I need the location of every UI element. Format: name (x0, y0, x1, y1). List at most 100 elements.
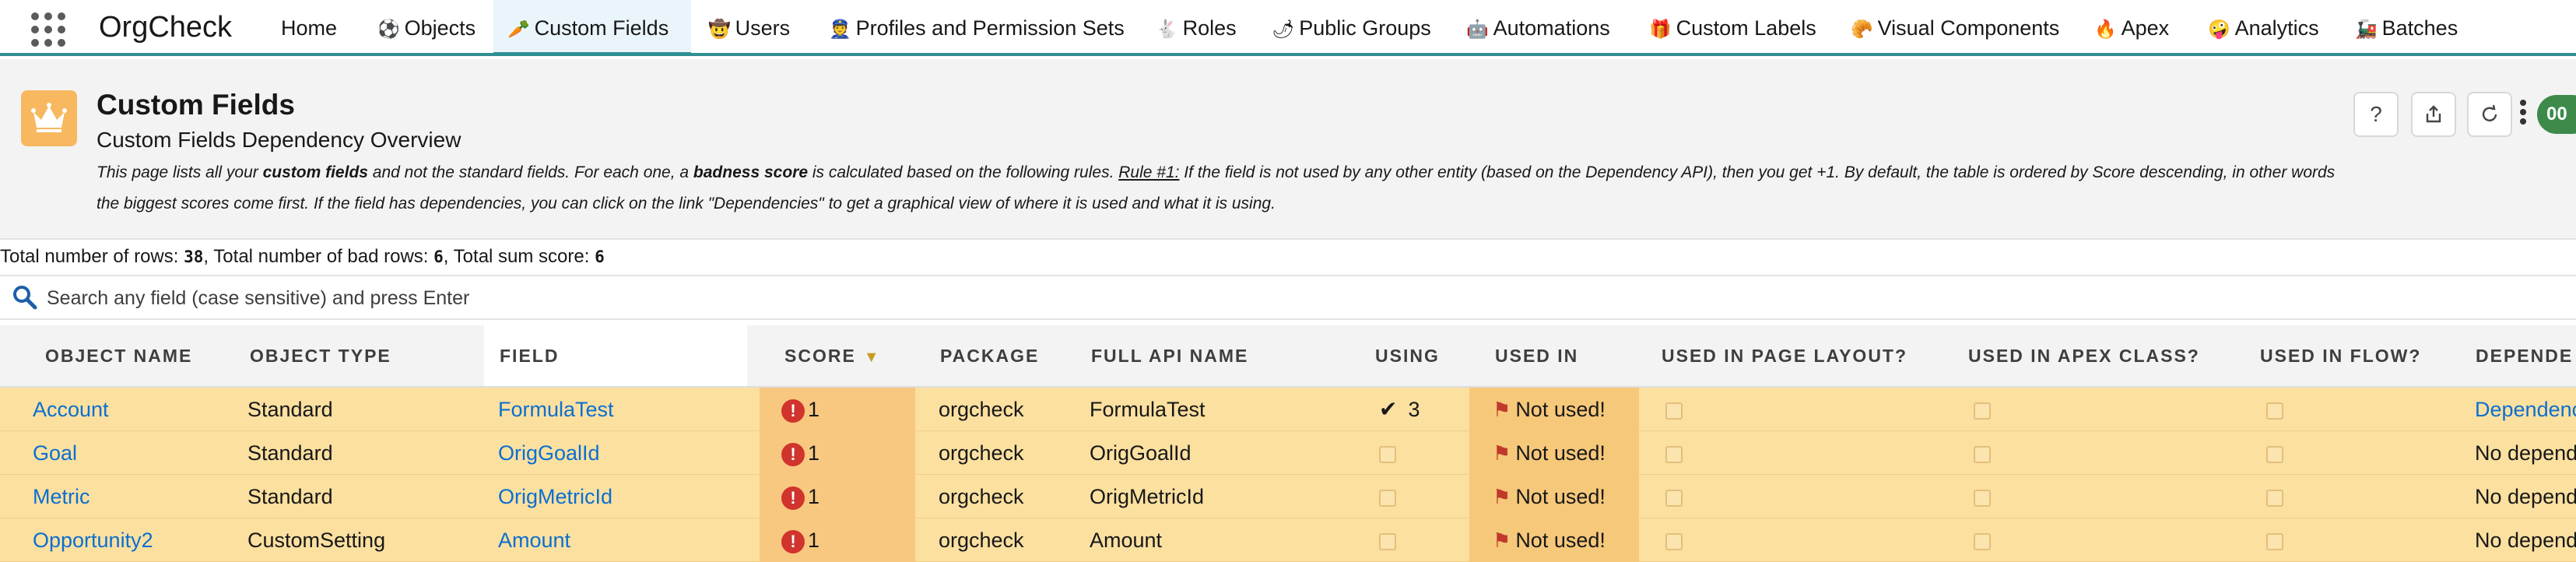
page-subtitle: Custom Fields Dependency Overview (97, 128, 462, 152)
field-link[interactable]: OrigGoalId (498, 431, 600, 475)
nav-item-analytics[interactable]: 🤪 Analytics (2194, 0, 2333, 53)
object-name-link[interactable]: Goal (33, 431, 77, 475)
used-in-flow-cell (2266, 518, 2283, 562)
chili-pepper-icon: 🌶 (1272, 19, 1295, 39)
checkbox (1974, 402, 1991, 420)
score-cell: ! 1 (760, 431, 915, 475)
croissant-icon: 🥐 (1851, 19, 1873, 39)
field-link[interactable]: Amount (498, 518, 570, 562)
nav-item-label: Roles (1182, 16, 1237, 40)
using-cell (1379, 518, 1396, 562)
exclamation-icon: ! (781, 399, 805, 423)
object-name-link[interactable]: Opportunity2 (33, 518, 153, 562)
used-in-flow-cell (2266, 475, 2283, 518)
red-flag-icon: ⚑ (1493, 441, 1511, 465)
search-input[interactable] (45, 283, 2539, 314)
used-in-flow-cell (2266, 388, 2283, 431)
nav-item-custom-labels[interactable]: 🎁 Custom Labels (1635, 0, 1830, 53)
column-header-object-name[interactable]: OBJECT NAME (45, 325, 192, 386)
nav-item-batches[interactable]: 🚂 Batches (2341, 0, 2472, 53)
more-options-icon[interactable] (2518, 97, 2528, 132)
red-flag-icon: ⚑ (1493, 485, 1511, 508)
fire-icon: 🔥 (2094, 19, 2117, 39)
page-title: Custom Fields (97, 89, 295, 121)
column-header-field[interactable]: FIELD (484, 325, 747, 386)
export-button[interactable] (2411, 92, 2456, 137)
score-cell: ! 1 (760, 475, 915, 518)
help-button[interactable]: ? (2353, 92, 2399, 137)
page-header: Custom Fields Custom Fields Dependency O… (0, 59, 2576, 240)
used-in-apex-class-cell (1974, 518, 1991, 562)
using-cell (1379, 475, 1396, 518)
top-navigation-bar: OrgCheck Home ⚽ Objects 🥕 Custom Fields 🤠 U… (0, 0, 2576, 56)
nav-item-label: Users (735, 16, 791, 40)
question-mark-icon: ? (2370, 102, 2382, 126)
column-header-used-in-flow[interactable]: USED IN FLOW? (2260, 325, 2421, 386)
api-name-cell: OrigMetricId (1090, 485, 1205, 508)
nav-item-label: Profiles and Permission Sets (855, 16, 1125, 40)
column-header-full-api-name[interactable]: FULL API NAME (1091, 325, 1248, 386)
nav-item-label: Visual Components (1877, 16, 2060, 40)
dependencies-cell: No depend (2475, 441, 2576, 465)
nav-item-profiles-and-permission-sets[interactable]: 👮 Profiles and Permission Sets (815, 0, 1139, 53)
nav-item-roles[interactable]: 🐇 Roles (1142, 0, 1251, 53)
nav-item-public-groups[interactable]: 🌶 Public Groups (1258, 0, 1445, 53)
table-header: OBJECT NAME OBJECT TYPE FIELD SCORE ▼ PAC… (0, 325, 2576, 388)
column-header-object-type[interactable]: OBJECT TYPE (250, 325, 391, 386)
search-icon (13, 286, 37, 310)
locomotive-icon: 🚂 (2355, 19, 2378, 39)
nav-item-label: Apex (2121, 16, 2170, 40)
field-link[interactable]: OrigMetricId (498, 475, 612, 518)
column-header-using[interactable]: USING (1375, 325, 1440, 386)
package-cell: orgcheck (939, 529, 1024, 552)
exclamation-icon: ! (781, 442, 805, 466)
nav-item-custom-fields[interactable]: 🥕 Custom Fields (493, 0, 691, 56)
nav-item-apex[interactable]: 🔥 Apex (2080, 0, 2183, 53)
using-cell (1379, 431, 1396, 475)
checkmark-icon: ✔ (1379, 397, 1398, 421)
column-header-score[interactable]: SCORE ▼ (784, 325, 881, 386)
refresh-button[interactable] (2467, 92, 2512, 137)
column-header-dependencies[interactable]: DEPENDE (2476, 325, 2573, 386)
table-stats: Total number of rows: 38, Total number o… (0, 246, 605, 267)
nav-item-home[interactable]: Home (267, 0, 351, 53)
used-in-apex-class-cell (1974, 475, 1991, 518)
api-name-cell: FormulaTest (1090, 398, 1206, 421)
checkbox (1974, 445, 1991, 463)
exclamation-icon: ! (781, 529, 805, 553)
used-in-cell: ⚑ Not used! (1469, 431, 1639, 475)
cowboy-face-icon: 🤠 (708, 19, 731, 39)
red-flag-icon: ⚑ (1493, 529, 1511, 552)
package-cell: orgcheck (939, 441, 1024, 465)
used-in-page-layout-cell (1665, 431, 1683, 475)
checkbox (1379, 532, 1396, 550)
app-title: OrgCheck (99, 11, 233, 44)
refresh-icon (2482, 104, 2497, 121)
used-in-page-layout-cell (1665, 388, 1683, 431)
checkbox (1665, 489, 1683, 507)
column-header-used-in-page-layout[interactable]: USED IN PAGE LAYOUT? (1662, 325, 1907, 386)
object-name-link[interactable]: Metric (33, 475, 90, 518)
score-cell: ! 1 (760, 518, 915, 562)
red-flag-icon: ⚑ (1493, 398, 1511, 421)
nav-item-visual-components[interactable]: 🥐 Visual Components (1837, 0, 2073, 53)
column-header-used-in[interactable]: USED IN (1495, 325, 1578, 386)
zany-face-icon: 🤪 (2208, 19, 2230, 39)
column-header-used-in-apex-class[interactable]: USED IN APEX CLASS? (1968, 325, 2200, 386)
nav-item-objects[interactable]: ⚽ Objects (363, 0, 490, 53)
used-in-cell: ⚑ Not used! (1469, 475, 1639, 518)
dependencies-link[interactable]: Dependencies (2475, 388, 2576, 431)
field-link[interactable]: FormulaTest (498, 388, 614, 431)
rabbit-icon: 🐇 (1156, 19, 1178, 39)
nav-item-label: Analytics (2234, 16, 2319, 40)
nav-item-label: Home (281, 16, 338, 40)
app-launcher-icon[interactable] (31, 12, 65, 47)
sort-descending-icon: ▼ (863, 349, 881, 366)
nav-item-automations[interactable]: 🤖 Automations (1452, 0, 1624, 53)
status-badge[interactable]: 00 (2537, 95, 2576, 134)
table-row: Opportunity2 CustomSetting Amount ! 1 org… (0, 518, 2576, 562)
object-name-link[interactable]: Account (33, 388, 109, 431)
checkbox (1665, 532, 1683, 550)
nav-item-users[interactable]: 🤠 Users (694, 0, 804, 53)
column-header-package[interactable]: PACKAGE (940, 325, 1039, 386)
